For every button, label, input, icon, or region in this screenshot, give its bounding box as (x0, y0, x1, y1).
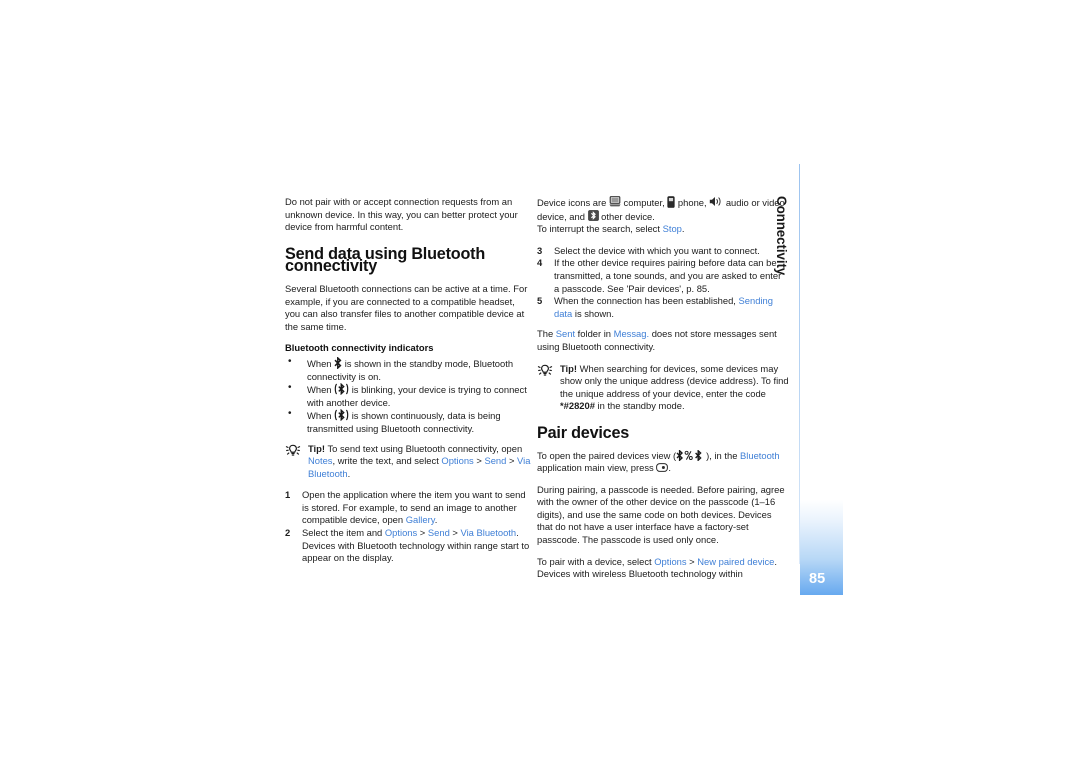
computer-icon (609, 196, 621, 207)
tip-link-notes[interactable]: Notes (308, 455, 333, 466)
tip-text-2: in the standby mode. (597, 400, 685, 412)
step-number: 1 (285, 489, 291, 501)
link-messaging[interactable]: Messag. (614, 328, 649, 339)
step-text-1: When the connection has been established… (554, 295, 736, 307)
step-number: 5 (537, 295, 543, 307)
interrupt-text-1: To interrupt the search, select (537, 223, 660, 235)
section-tab-label: Connectivity (774, 196, 789, 276)
step-sep-2: > (452, 527, 458, 539)
pair-sep-1: > (689, 555, 695, 567)
step-number: 4 (537, 257, 543, 269)
paragraph-multiple-connections: Several Bluetooth connections can be act… (285, 282, 528, 332)
list-item: 4 If the other device requires pairing b… (537, 257, 789, 295)
list-item: 1 Open the application where the item yo… (285, 489, 532, 527)
device-icons-text-5: other device. (601, 210, 655, 222)
step-text-2: . (434, 514, 438, 526)
pair-with-device-paragraph: To pair with a device, select Options > … (537, 556, 789, 581)
link-sent[interactable]: Sent (556, 328, 575, 339)
left-text-column: Do not pair with or accept connection re… (285, 196, 532, 573)
device-icons-paragraph: Device icons are computer, phone, audio … (537, 196, 789, 223)
tip-code: *#2820# (560, 400, 595, 412)
bullet-text-before: When (307, 410, 332, 422)
pairing-passcode-paragraph: During pairing, a passcode is needed. Be… (537, 483, 785, 546)
bullet-text-before: When (307, 384, 332, 396)
section-heading-pair-devices: Pair devices (537, 423, 630, 442)
tip-bulb-icon (537, 364, 553, 377)
step-number: 2 (285, 527, 291, 539)
step-link-send[interactable]: Send (428, 527, 450, 538)
connect-steps-list: 3 Select the device with which you want … (537, 245, 789, 321)
tip-link-send[interactable]: Send (484, 455, 506, 466)
audio-device-icon (709, 196, 723, 207)
tip-text-1: To send text using Bluetooth connectivit… (327, 442, 523, 454)
list-item: When is blinking, your device is trying … (285, 382, 532, 409)
link-options[interactable]: Options (654, 556, 686, 567)
paired-view-paragraph: To open the paired devices view ( ), in … (537, 449, 789, 475)
tip-bulb-icon (285, 444, 301, 457)
sent-folder-paragraph: The Sent folder in Messag. does not stor… (537, 328, 789, 353)
list-item: 2 Select the item and Options > Send > V… (285, 527, 532, 565)
tip-label: Tip! (308, 442, 326, 454)
tip-sep-1: > (476, 455, 482, 467)
step-text-1: Select the device with which you want to… (554, 244, 760, 256)
interrupt-text-2: . (681, 223, 685, 235)
send-steps-list: 1 Open the application where the item yo… (285, 489, 532, 565)
tip-link-options[interactable]: Options (441, 455, 473, 466)
page-number-tab: 85 (800, 500, 843, 595)
sent-text-1: The (537, 328, 554, 340)
paired-text-3: application main view, press (537, 462, 654, 474)
paired-text-1: To open the paired devices view ( (537, 449, 677, 461)
phone-icon (667, 196, 675, 208)
list-item: 3 Select the device with which you want … (537, 245, 789, 258)
list-item: When is shown in the standby mode, Bluet… (285, 356, 532, 383)
device-icons-text-2: computer, (623, 197, 665, 208)
step-number: 3 (537, 244, 543, 256)
tip-block-send-text: Tip! To send text using Bluetooth connec… (285, 443, 532, 481)
other-device-icon (587, 209, 599, 221)
bluetooth-icon (334, 356, 342, 369)
step-text-2: is shown. (574, 307, 614, 319)
intro-paragraph: Do not pair with or accept connection re… (285, 196, 518, 233)
bluetooth-transfer-icon (334, 383, 349, 396)
sent-text-2: folder in (577, 328, 612, 340)
device-icons-text-1: Device icons are (537, 197, 607, 208)
bluetooth-paired-icon (676, 449, 706, 461)
interrupt-search-paragraph: To interrupt the search, select Stop. (537, 223, 789, 236)
step-link-via-bluetooth[interactable]: Via Bluetooth (461, 527, 517, 538)
step-text-1: If the other device requires pairing bef… (554, 257, 782, 294)
bullet-text-before: When (307, 357, 332, 369)
step-sep-1: > (419, 527, 426, 539)
tip-sep-2: > (508, 455, 515, 467)
tip-text-1: When searching for devices, some devices… (560, 362, 789, 399)
list-item: When is shown continuously, data is bein… (285, 408, 532, 435)
scroll-key-icon (656, 463, 669, 472)
indicator-bullet-list: When is shown in the standby mode, Bluet… (285, 356, 532, 436)
bluetooth-transfer-icon (334, 409, 349, 422)
tip-block-unique-address: Tip! When searching for devices, some de… (537, 363, 789, 413)
step-link-gallery[interactable]: Gallery (406, 514, 435, 525)
tip-text-3: . (347, 467, 351, 479)
section-heading-send-data: Send data using Bluetooth connectivity (285, 244, 486, 276)
pair-text-1: To pair with a device, select (537, 555, 652, 567)
manual-page: Do not pair with or accept connection re… (0, 0, 1080, 763)
right-text-column: Device icons are computer, phone, audio … (537, 196, 789, 590)
paired-text-4: . (668, 462, 671, 474)
step-link-options[interactable]: Options (385, 527, 417, 538)
subheading-indicators: Bluetooth connectivity indicators (285, 342, 434, 354)
tip-label: Tip! (560, 362, 578, 374)
link-new-paired-device[interactable]: New paired device (697, 556, 774, 567)
list-item: 5 When the connection has been establish… (537, 295, 789, 320)
link-stop[interactable]: Stop (663, 223, 682, 234)
paired-text-2: ), in the (706, 449, 738, 461)
device-icons-text-3: phone, (677, 197, 707, 208)
tip-text-2: , write the text, and select (332, 455, 439, 467)
step-text-1: Select the item and (302, 527, 383, 539)
link-bluetooth[interactable]: Bluetooth (740, 450, 780, 461)
page-number: 85 (809, 571, 826, 587)
